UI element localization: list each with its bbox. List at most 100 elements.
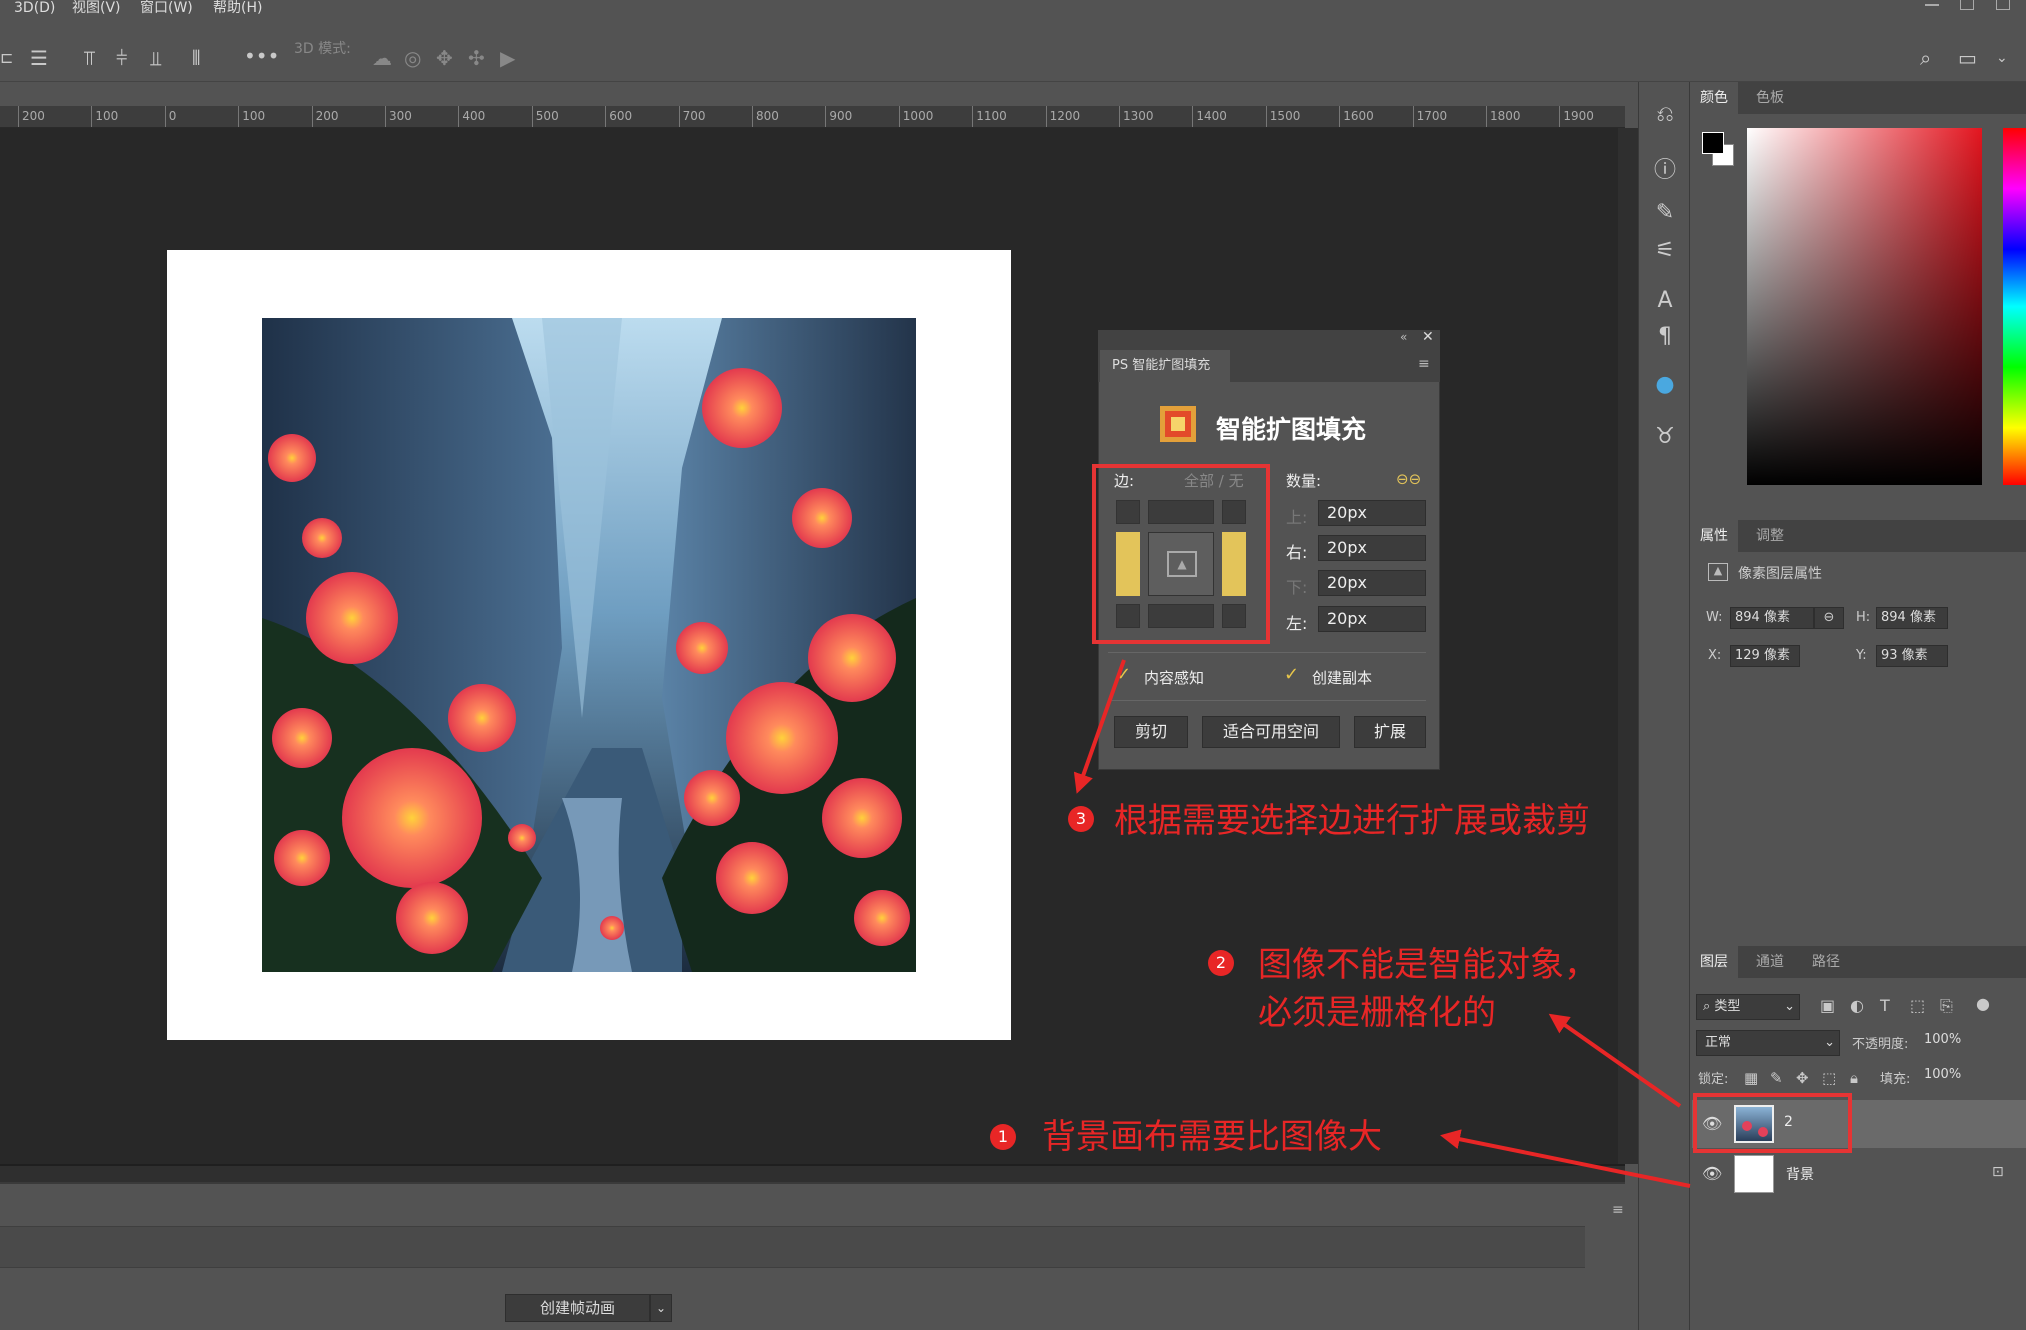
ruler-tick	[458, 106, 460, 127]
dialog-menu-icon[interactable]: ≡	[1418, 356, 1430, 372]
menu-window[interactable]: 窗口(W)	[140, 0, 193, 16]
annotation-2-line2: 必须是栅格化的	[1258, 993, 1496, 1033]
filter-adjustment-icon[interactable]: ◐	[1850, 996, 1864, 1016]
3d-slide-icon[interactable]: ✣	[468, 48, 485, 68]
menu-3d[interactable]: 3D(D)	[14, 0, 55, 16]
close-window-icon[interactable]	[1996, 0, 2010, 10]
create-copy-checkbox[interactable]: ✓	[1284, 665, 1304, 685]
extension-icon[interactable]: ♉	[1651, 424, 1679, 449]
document-tab-strip	[0, 82, 1625, 106]
more-options-icon[interactable]: •••	[244, 46, 279, 66]
create-animation-dropdown[interactable]: ⌄	[650, 1294, 672, 1322]
history-icon[interactable]: ⎌	[1651, 102, 1679, 127]
align-icon[interactable]: ⊏	[0, 48, 13, 68]
plugin-icon[interactable]: ●	[1651, 372, 1679, 397]
height-field[interactable]: 894 像素	[1876, 607, 1948, 629]
top-label: 上:	[1286, 508, 1308, 527]
layer-thumbnail	[1734, 1155, 1774, 1193]
foreground-color-swatch[interactable]	[1702, 132, 1724, 154]
top-amount-field[interactable]: 20px	[1318, 500, 1426, 526]
filter-toggle-icon[interactable]: ●	[1976, 994, 1990, 1014]
layer-filter-select[interactable]: ⌕ 类型 ⌄	[1696, 994, 1800, 1020]
workspace-icon[interactable]: ▭	[1958, 48, 1977, 68]
filter-shape-icon[interactable]: ⬚	[1910, 996, 1925, 1016]
menu-help[interactable]: 帮助(H)	[213, 0, 262, 16]
layer-row-background[interactable]: 👁︎ 背景 ⊡	[1692, 1150, 2026, 1198]
crop-button[interactable]: 剪切	[1114, 716, 1188, 748]
tab-adjustments[interactable]: 调整	[1746, 520, 1794, 552]
3d-orbit-icon[interactable]: ☁	[372, 48, 392, 68]
x-field[interactable]: 129 像素	[1730, 645, 1800, 667]
tab-color[interactable]: 颜色	[1690, 82, 1738, 114]
tab-layers[interactable]: 图层	[1690, 946, 1738, 978]
link-icon[interactable]: ⊖	[1814, 607, 1844, 629]
content-aware-checkbox[interactable]: ✓	[1116, 665, 1136, 685]
image-layer-icon: ▲	[1708, 563, 1728, 581]
lock-position-icon[interactable]: ✥	[1796, 1068, 1809, 1088]
adjustments-icon[interactable]: ⚟	[1651, 238, 1679, 263]
align-top-icon[interactable]: ⫪	[84, 48, 95, 68]
menu-view[interactable]: 视图(V)	[72, 0, 121, 16]
flower-image[interactable]	[262, 318, 916, 972]
fill-field[interactable]: 100%	[1920, 1065, 1982, 1087]
align-middle-icon[interactable]: ⫩	[116, 48, 127, 68]
link-chain-icon[interactable]: ⊖⊖	[1396, 470, 1421, 488]
annotation-1-badge: 1	[990, 1124, 1016, 1150]
paragraph-icon[interactable]: ¶	[1651, 324, 1679, 349]
bottom-amount-field[interactable]: 20px	[1318, 570, 1426, 596]
blend-mode-select[interactable]: 正常 ⌄	[1696, 1030, 1840, 1056]
ruler-tick	[972, 106, 974, 127]
collapse-icon[interactable]: «	[1400, 330, 1407, 344]
lock-pixels-icon[interactable]: ✎	[1770, 1068, 1783, 1088]
search-icon[interactable]: ⌕	[1920, 48, 1931, 68]
dialog-tab[interactable]: PS 智能扩图填充	[1100, 350, 1230, 382]
hue-slider[interactable]	[2003, 128, 2026, 485]
ruler-tick	[1192, 106, 1194, 127]
chevron-down-icon[interactable]: ⌄	[1996, 48, 2008, 68]
ruler-tick	[531, 106, 533, 127]
lock-artboard-icon[interactable]: ⬚	[1822, 1068, 1836, 1088]
filter-type-icon[interactable]: T	[1880, 996, 1890, 1016]
create-frame-animation-button[interactable]: 创建帧动画	[505, 1294, 650, 1322]
character-icon[interactable]: A	[1651, 288, 1679, 313]
minimize-icon[interactable]	[1925, 0, 1939, 6]
height-label: H:	[1856, 610, 1871, 625]
filter-smart-object-icon[interactable]: ⎘	[1940, 996, 1953, 1016]
left-label: 左:	[1286, 614, 1308, 633]
color-field[interactable]	[1747, 128, 1982, 485]
expand-button[interactable]: 扩展	[1354, 716, 1426, 748]
blend-mode-value: 正常	[1705, 1035, 1732, 1050]
ruler-label: 1200	[1049, 109, 1081, 123]
y-field[interactable]: 93 像素	[1876, 645, 1948, 667]
restore-icon[interactable]	[1960, 0, 1974, 10]
close-icon[interactable]: ✕	[1422, 329, 1434, 345]
tab-channels[interactable]: 通道	[1746, 946, 1794, 978]
lock-all-icon[interactable]: 🔒︎	[1850, 1068, 1858, 1088]
align-center-icon[interactable]: ☰	[30, 48, 48, 68]
fit-space-button[interactable]: 适合可用空间	[1202, 716, 1340, 748]
brush-settings-icon[interactable]: ✎	[1651, 200, 1679, 225]
width-field[interactable]: 894 像素	[1730, 607, 1814, 629]
filter-pixel-icon[interactable]: ▣	[1820, 996, 1835, 1016]
opacity-field[interactable]: 100%	[1920, 1030, 1982, 1052]
distribute-icon[interactable]: ⫴	[192, 48, 200, 68]
eye-icon[interactable]: 👁︎	[1702, 1164, 1722, 1183]
align-bottom-icon[interactable]: ⫫	[150, 48, 161, 68]
ruler-tick	[311, 106, 313, 127]
horizontal-scrollbar[interactable]	[0, 1164, 1625, 1182]
info-icon[interactable]: ⓘ	[1651, 152, 1679, 184]
tab-swatches[interactable]: 色板	[1746, 82, 1794, 114]
tab-properties[interactable]: 属性	[1690, 520, 1738, 552]
3d-camera-icon[interactable]: ▶	[500, 48, 515, 68]
3d-roll-icon[interactable]: ◎	[404, 48, 421, 68]
lock-transparent-icon[interactable]: ▦	[1744, 1068, 1758, 1088]
timeline-menu-icon[interactable]: ≡	[1612, 1200, 1624, 1220]
opacity-label: 不透明度:	[1852, 1037, 1909, 1052]
right-amount-field[interactable]: 20px	[1318, 535, 1426, 561]
tab-paths[interactable]: 路径	[1802, 946, 1850, 978]
ruler-label: 1600	[1343, 109, 1374, 123]
vertical-scrollbar[interactable]	[1618, 128, 1638, 1164]
left-amount-field[interactable]: 20px	[1318, 606, 1426, 632]
3d-pan-icon[interactable]: ✥	[436, 48, 453, 68]
ruler-tick	[385, 106, 386, 127]
